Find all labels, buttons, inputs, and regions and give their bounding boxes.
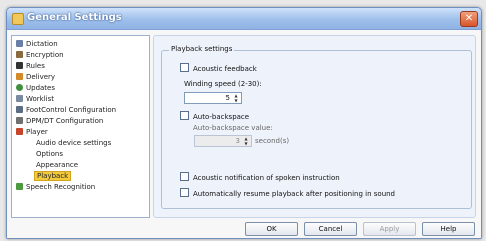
tree-item-label: Dictation	[26, 40, 58, 48]
winding-speed-label: Winding speed (2-30):	[184, 80, 262, 88]
group-title: Playback settings	[169, 45, 235, 53]
tree-item-label: Delivery	[26, 73, 56, 81]
acoustic-feedback-checkbox[interactable]: Acoustic feedback	[180, 63, 257, 73]
tree-item-label: Options	[36, 150, 64, 158]
spin-arrows-icon[interactable]: ▲ ▼	[232, 93, 240, 103]
rules-icon	[16, 62, 23, 69]
tree-item-label: Player	[26, 128, 48, 136]
auto-backspace-checkbox[interactable]: Auto-backspace	[180, 111, 249, 121]
tree-item-label: Rules	[26, 62, 45, 70]
tree-item-label: DPM/DT Configuration	[26, 117, 104, 125]
checkbox-label: Acoustic feedback	[193, 65, 257, 73]
tree-item-worklist[interactable]: Worklist	[16, 94, 54, 104]
tree-item-audio-device-settings[interactable]: Audio device settings	[36, 138, 111, 148]
winding-speed-stepper[interactable]: 5 ▲ ▼	[184, 92, 242, 104]
dialog-content: Dictation Encryption Rules Delivery Upda…	[7, 30, 481, 238]
footcontrol-icon	[16, 106, 23, 113]
tree-item-label: Appearance	[36, 161, 79, 169]
tree-item-dpm-configuration[interactable]: DPM/DT Configuration	[16, 116, 103, 126]
encryption-icon	[16, 51, 23, 58]
checkbox-box[interactable]	[180, 172, 189, 181]
tree-item-label: Playback	[34, 171, 72, 181]
cancel-button[interactable]: Cancel	[304, 222, 357, 236]
help-button[interactable]: Help	[422, 222, 475, 236]
tree-item-speech-recognition[interactable]: Speech Recognition	[16, 182, 95, 192]
checkbox-box[interactable]	[180, 63, 189, 72]
tree-item-label: Encryption	[26, 51, 64, 59]
title-bar[interactable]: General Settings ✕	[7, 8, 481, 30]
winding-speed-value: 5	[225, 94, 230, 102]
checkbox-label: Automatically resume playback after posi…	[193, 190, 396, 198]
tree-item-rules[interactable]: Rules	[16, 61, 45, 71]
acoustic-notification-checkbox[interactable]: Acoustic notification of spoken instruct…	[180, 172, 340, 182]
auto-backspace-value: 3	[235, 137, 240, 145]
tree-item-options[interactable]: Options	[36, 149, 63, 159]
tree-item-label: Worklist	[26, 95, 55, 103]
apply-button[interactable]: Apply	[363, 222, 416, 236]
settings-window: General Settings ✕ Dictation Encryption …	[6, 7, 482, 239]
window-title: General Settings	[27, 12, 122, 23]
device-icon	[16, 117, 23, 124]
tree-item-label: Updates	[26, 84, 55, 92]
tree-item-updates[interactable]: Updates	[16, 83, 55, 93]
tree-item-label: Audio device settings	[36, 139, 112, 147]
auto-backspace-stepper[interactable]: 3 ▲ ▼	[194, 135, 252, 147]
tree-item-player[interactable]: Player	[16, 127, 48, 137]
tree-item-label: FootControl Configuration	[26, 106, 117, 114]
tree-item-dictation[interactable]: Dictation	[16, 39, 58, 49]
worklist-icon	[16, 95, 23, 102]
speech-recognition-icon	[16, 183, 23, 190]
dictation-icon	[16, 40, 23, 47]
close-button[interactable]: ✕	[460, 11, 478, 27]
player-icon	[16, 128, 23, 135]
ok-button[interactable]: OK	[245, 222, 298, 236]
checkbox-box[interactable]	[180, 111, 189, 120]
spin-arrows-icon[interactable]: ▲ ▼	[242, 136, 250, 146]
checkbox-label: Acoustic notification of spoken instruct…	[193, 174, 340, 182]
close-icon: ✕	[464, 13, 474, 24]
tree-item-label: Speech Recognition	[26, 183, 96, 191]
tree-item-delivery[interactable]: Delivery	[16, 72, 55, 82]
playback-panel: Playback settings Acoustic feedback Wind…	[153, 35, 476, 218]
seconds-label: second(s)	[255, 137, 290, 145]
tree-item-footcontrol[interactable]: FootControl Configuration	[16, 105, 116, 115]
auto-resume-checkbox[interactable]: Automatically resume playback after posi…	[180, 188, 395, 198]
settings-tree[interactable]: Dictation Encryption Rules Delivery Upda…	[11, 35, 150, 218]
app-icon	[12, 13, 24, 25]
auto-backspace-value-label: Auto-backspace value:	[193, 124, 273, 132]
tree-item-encryption[interactable]: Encryption	[16, 50, 64, 60]
tree-item-playback[interactable]: Playback	[34, 171, 72, 181]
checkbox-box[interactable]	[180, 188, 189, 197]
tree-item-appearance[interactable]: Appearance	[36, 160, 78, 170]
checkbox-label: Auto-backspace	[193, 113, 250, 121]
updates-icon	[16, 84, 23, 91]
delivery-icon	[16, 73, 23, 80]
